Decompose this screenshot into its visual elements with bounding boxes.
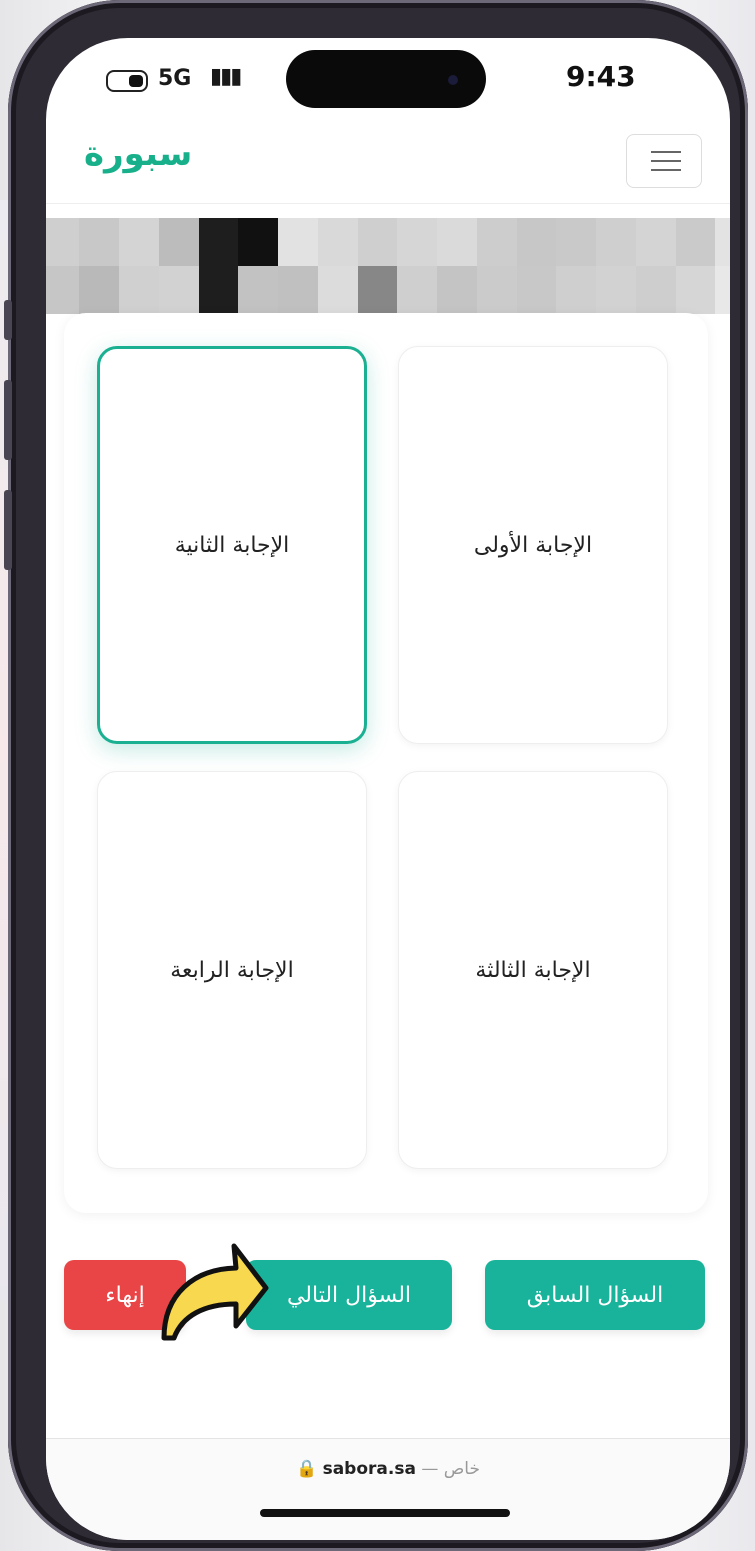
answer-card-3[interactable]: الإجابة الثالثة xyxy=(398,771,668,1169)
battery-icon xyxy=(106,70,148,92)
answer-card-2[interactable]: الإجابة الثانية xyxy=(97,346,367,744)
answer-card-1[interactable]: الإجابة الأولى xyxy=(398,346,668,744)
answer-label: الإجابة الثالثة xyxy=(475,957,591,983)
privacy-label: خاص xyxy=(443,1459,480,1479)
status-bar: 5G ▮▮▮ 9:43 xyxy=(46,38,730,128)
browser-url-bar[interactable]: 🔒 sabora.sa — خاص xyxy=(46,1459,730,1479)
answer-card-4[interactable]: الإجابة الرابعة xyxy=(97,771,367,1169)
next-question-button[interactable]: السؤال التالي xyxy=(246,1260,452,1330)
hamburger-menu-button[interactable] xyxy=(626,134,702,188)
phone-volume-down xyxy=(4,490,12,570)
answer-label: الإجابة الثانية xyxy=(174,532,290,558)
curved-arrow-icon xyxy=(161,1243,269,1341)
camera-icon xyxy=(448,75,458,85)
signal-icon: ▮▮▮ xyxy=(210,64,242,89)
phone-volume-up xyxy=(4,380,12,460)
status-time: 9:43 xyxy=(566,60,636,93)
previous-question-button[interactable]: السؤال السابق xyxy=(485,1260,705,1330)
browser-footer: 🔒 sabora.sa — خاص xyxy=(46,1438,730,1540)
site-header: سبورة xyxy=(46,128,730,204)
pixelated-question-area xyxy=(46,218,730,314)
browser-domain: sabora.sa xyxy=(322,1459,416,1479)
network-label: 5G xyxy=(158,66,192,91)
lock-icon: 🔒 xyxy=(296,1459,318,1479)
phone-screen: 5G ▮▮▮ 9:43 سبورة الإجابة الأولى الإجابة… xyxy=(46,38,730,1540)
answer-label: الإجابة الأولى xyxy=(473,532,593,558)
site-logo[interactable]: سبورة xyxy=(84,134,192,174)
answers-container: الإجابة الأولى الإجابة الثانية الإجابة ا… xyxy=(64,313,708,1213)
answer-label: الإجابة الرابعة xyxy=(170,957,294,983)
home-indicator[interactable] xyxy=(260,1509,510,1517)
phone-side-button xyxy=(4,300,12,340)
url-separator: — xyxy=(421,1459,439,1479)
